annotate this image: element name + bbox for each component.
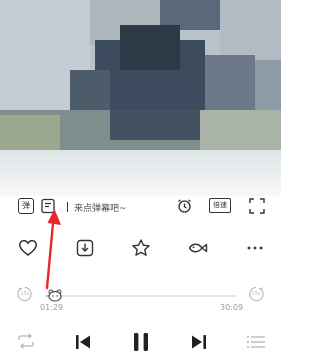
like-button[interactable]: [18, 238, 38, 258]
pause-icon: [134, 333, 148, 351]
download-button[interactable]: [76, 239, 94, 257]
playlist-icon: [247, 336, 265, 348]
skip-previous-icon: [76, 335, 90, 349]
video-pixel-block: [200, 110, 281, 150]
annotation-arrow-icon: [45, 209, 61, 290]
previous-button[interactable]: [74, 333, 92, 351]
video-gradient: [0, 150, 281, 196]
repeat-mode-button[interactable]: [16, 333, 36, 349]
share-button[interactable]: [188, 240, 208, 256]
danmu-input-field[interactable]: 来点弹幕吧~: [67, 199, 127, 215]
video-pixel-block: [110, 110, 200, 140]
text-cursor: [67, 202, 68, 212]
playback-speed-label: 倍速: [213, 201, 227, 209]
timer-button[interactable]: [177, 198, 192, 214]
alarm-clock-icon: [178, 199, 191, 213]
total-time: 30:09: [220, 303, 244, 312]
star-icon: [132, 239, 150, 256]
next-button[interactable]: [190, 333, 208, 351]
pause-button[interactable]: [131, 331, 151, 353]
video-pixel-block: [120, 25, 180, 70]
repeat-icon: [18, 333, 34, 349]
forward-label: 15s: [251, 291, 261, 297]
fish-icon: [188, 243, 208, 253]
danmu-input-placeholder: 来点弹幕吧~: [74, 203, 127, 214]
progress-thumb[interactable]: [47, 288, 63, 302]
video-pixel-block: [220, 0, 281, 60]
danmu-toggle-label: 弹: [22, 201, 30, 210]
danmu-toggle-button[interactable]: 弹: [18, 198, 34, 214]
video-pixel-block: [0, 115, 60, 155]
rewind-15s-button[interactable]: 15s: [16, 285, 34, 303]
fullscreen-button[interactable]: [249, 198, 265, 214]
playlist-button[interactable]: [246, 334, 266, 350]
video-pixel-block: [205, 55, 255, 110]
forward-15s-button[interactable]: 15s: [247, 285, 265, 303]
heart-icon: [19, 239, 37, 256]
video-pixel-block: [70, 70, 110, 110]
fullscreen-icon: [249, 198, 265, 214]
more-button[interactable]: [246, 242, 264, 254]
download-icon: [76, 239, 94, 257]
rewind-label: 15s: [20, 291, 30, 297]
more-dots-icon: [247, 246, 263, 250]
favorite-button[interactable]: [131, 238, 151, 258]
bear-face-icon: [48, 289, 62, 302]
progress-bar[interactable]: [46, 295, 236, 297]
playback-speed-button[interactable]: 倍速: [209, 198, 231, 213]
current-time: 01:29: [40, 303, 64, 312]
skip-next-icon: [192, 335, 206, 349]
video-player[interactable]: [0, 0, 281, 196]
